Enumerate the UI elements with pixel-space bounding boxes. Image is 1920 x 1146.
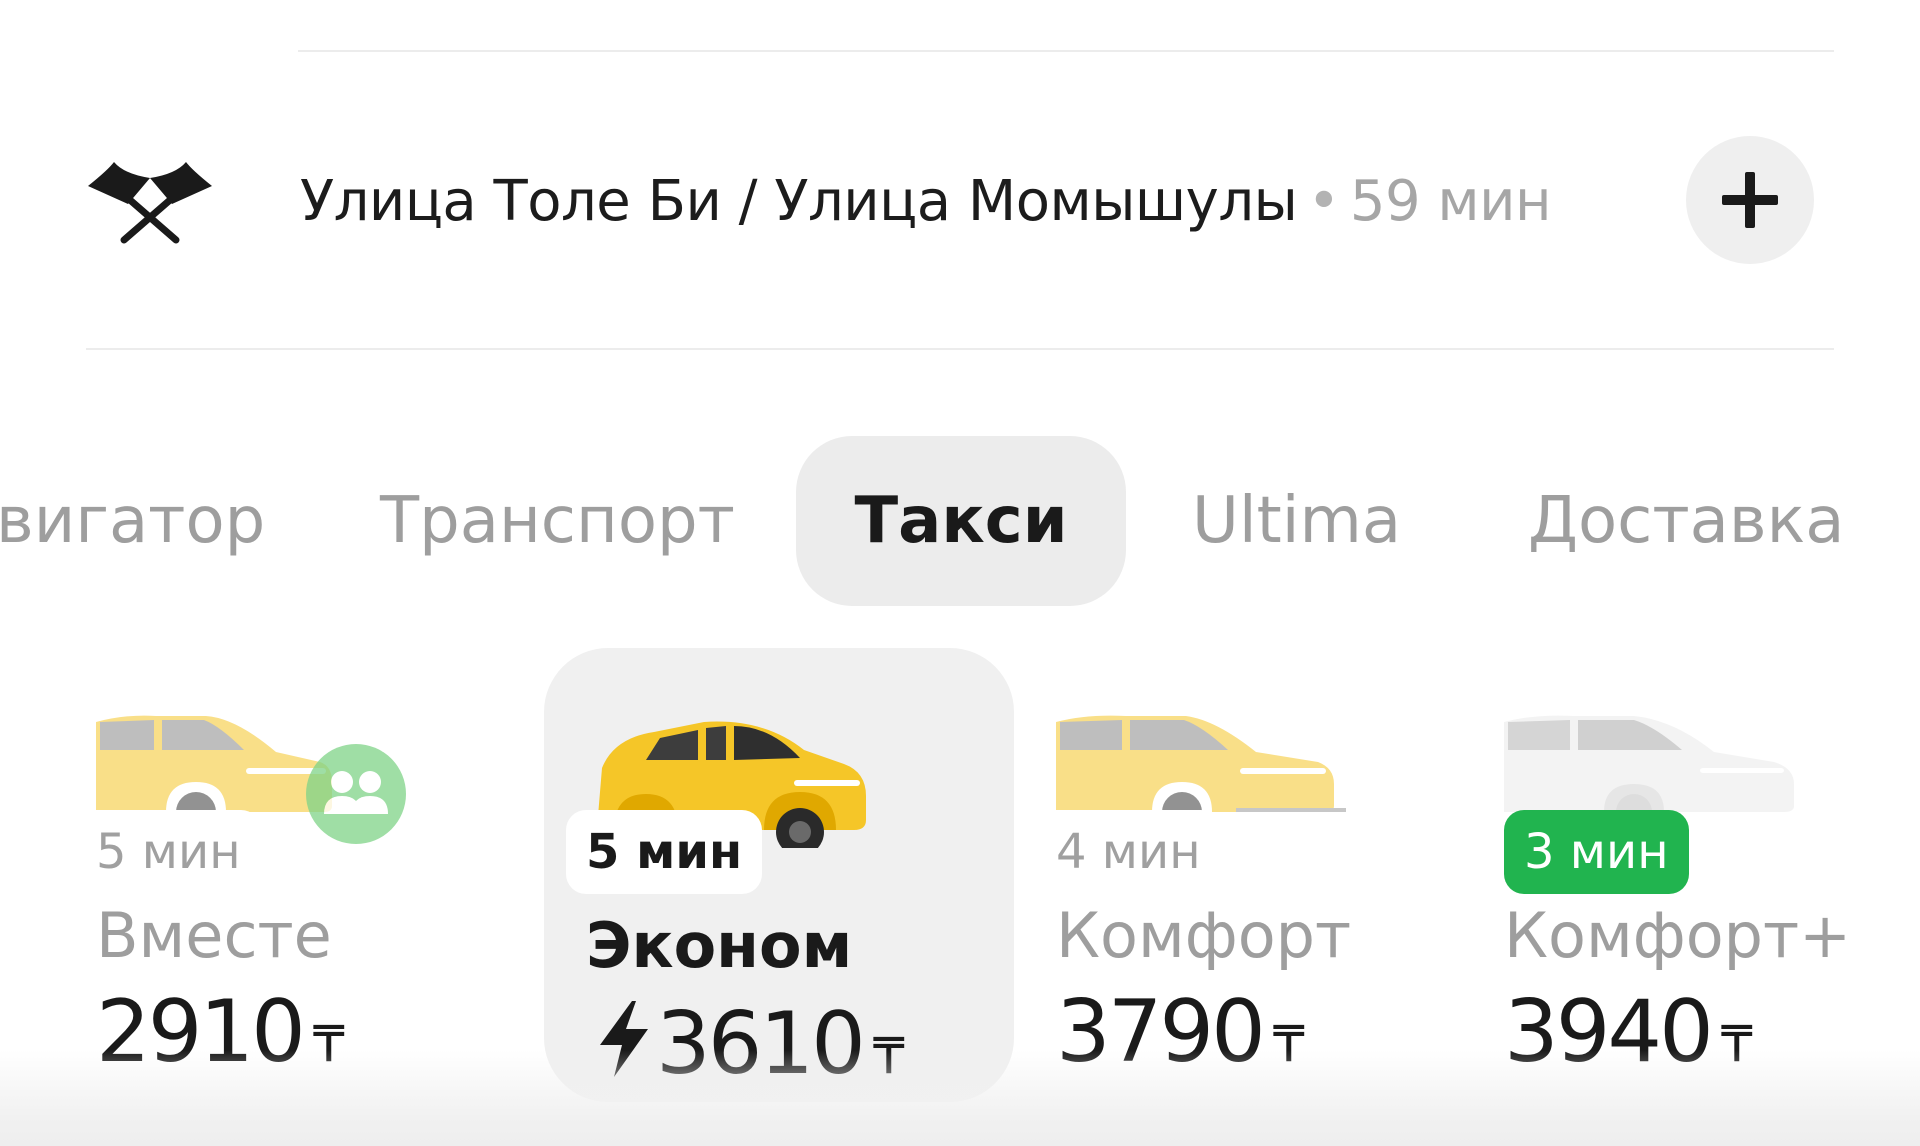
eta-badge: 4 мин — [1036, 810, 1221, 894]
tariff-card-vmeste[interactable]: 5 мин Вместе 2910 ₸ — [76, 648, 566, 1102]
bottom-fade — [0, 1050, 1920, 1146]
car-image — [96, 715, 332, 818]
tab-taxi[interactable]: Такси — [796, 436, 1126, 606]
tab-delivery[interactable]: Доставка — [1528, 436, 1844, 606]
group-people-icon — [306, 744, 406, 844]
top-divider — [298, 50, 1834, 52]
separator-dot: • — [1307, 169, 1340, 234]
add-stop-button[interactable] — [1686, 136, 1814, 264]
tariff-name: Вместе — [96, 899, 332, 972]
service-tabs: вигатор Транспорт Такси Ultima Доставка — [0, 436, 1920, 606]
tab-ultima[interactable]: Ultima — [1192, 436, 1401, 606]
finish-flags-icon — [84, 160, 216, 244]
tariff-card-econom[interactable]: 5 мин Эконом 3610₸ — [544, 648, 1014, 1102]
mid-divider — [86, 348, 1834, 350]
tab-transport[interactable]: Транспорт — [380, 436, 735, 606]
tab-navigator[interactable]: вигатор — [0, 436, 265, 606]
tariff-name: Комфорт — [1056, 899, 1352, 972]
tariff-card-comfort-plus[interactable]: 3 мин Комфорт+ 3940 ₸ — [1504, 648, 1920, 1102]
car-image — [1504, 715, 1794, 818]
destination-eta: 59 мин — [1349, 169, 1552, 234]
eta-badge: 5 мин — [76, 810, 261, 894]
tariff-card-comfort[interactable]: 4 мин Комфорт 3790 ₸ — [1036, 648, 1526, 1102]
tariff-name: Эконом — [586, 909, 853, 982]
plus-icon — [1722, 172, 1778, 228]
tariff-name: Комфорт+ — [1504, 899, 1852, 972]
destination-row[interactable]: Улица Толе Би / Улица Момышулы • 59 мин — [300, 160, 1552, 244]
destination-address: Улица Толе Би / Улица Момышулы — [300, 169, 1298, 234]
car-image — [1056, 715, 1346, 818]
eta-badge: 3 мин — [1504, 810, 1689, 894]
eta-badge: 5 мин — [566, 810, 763, 894]
